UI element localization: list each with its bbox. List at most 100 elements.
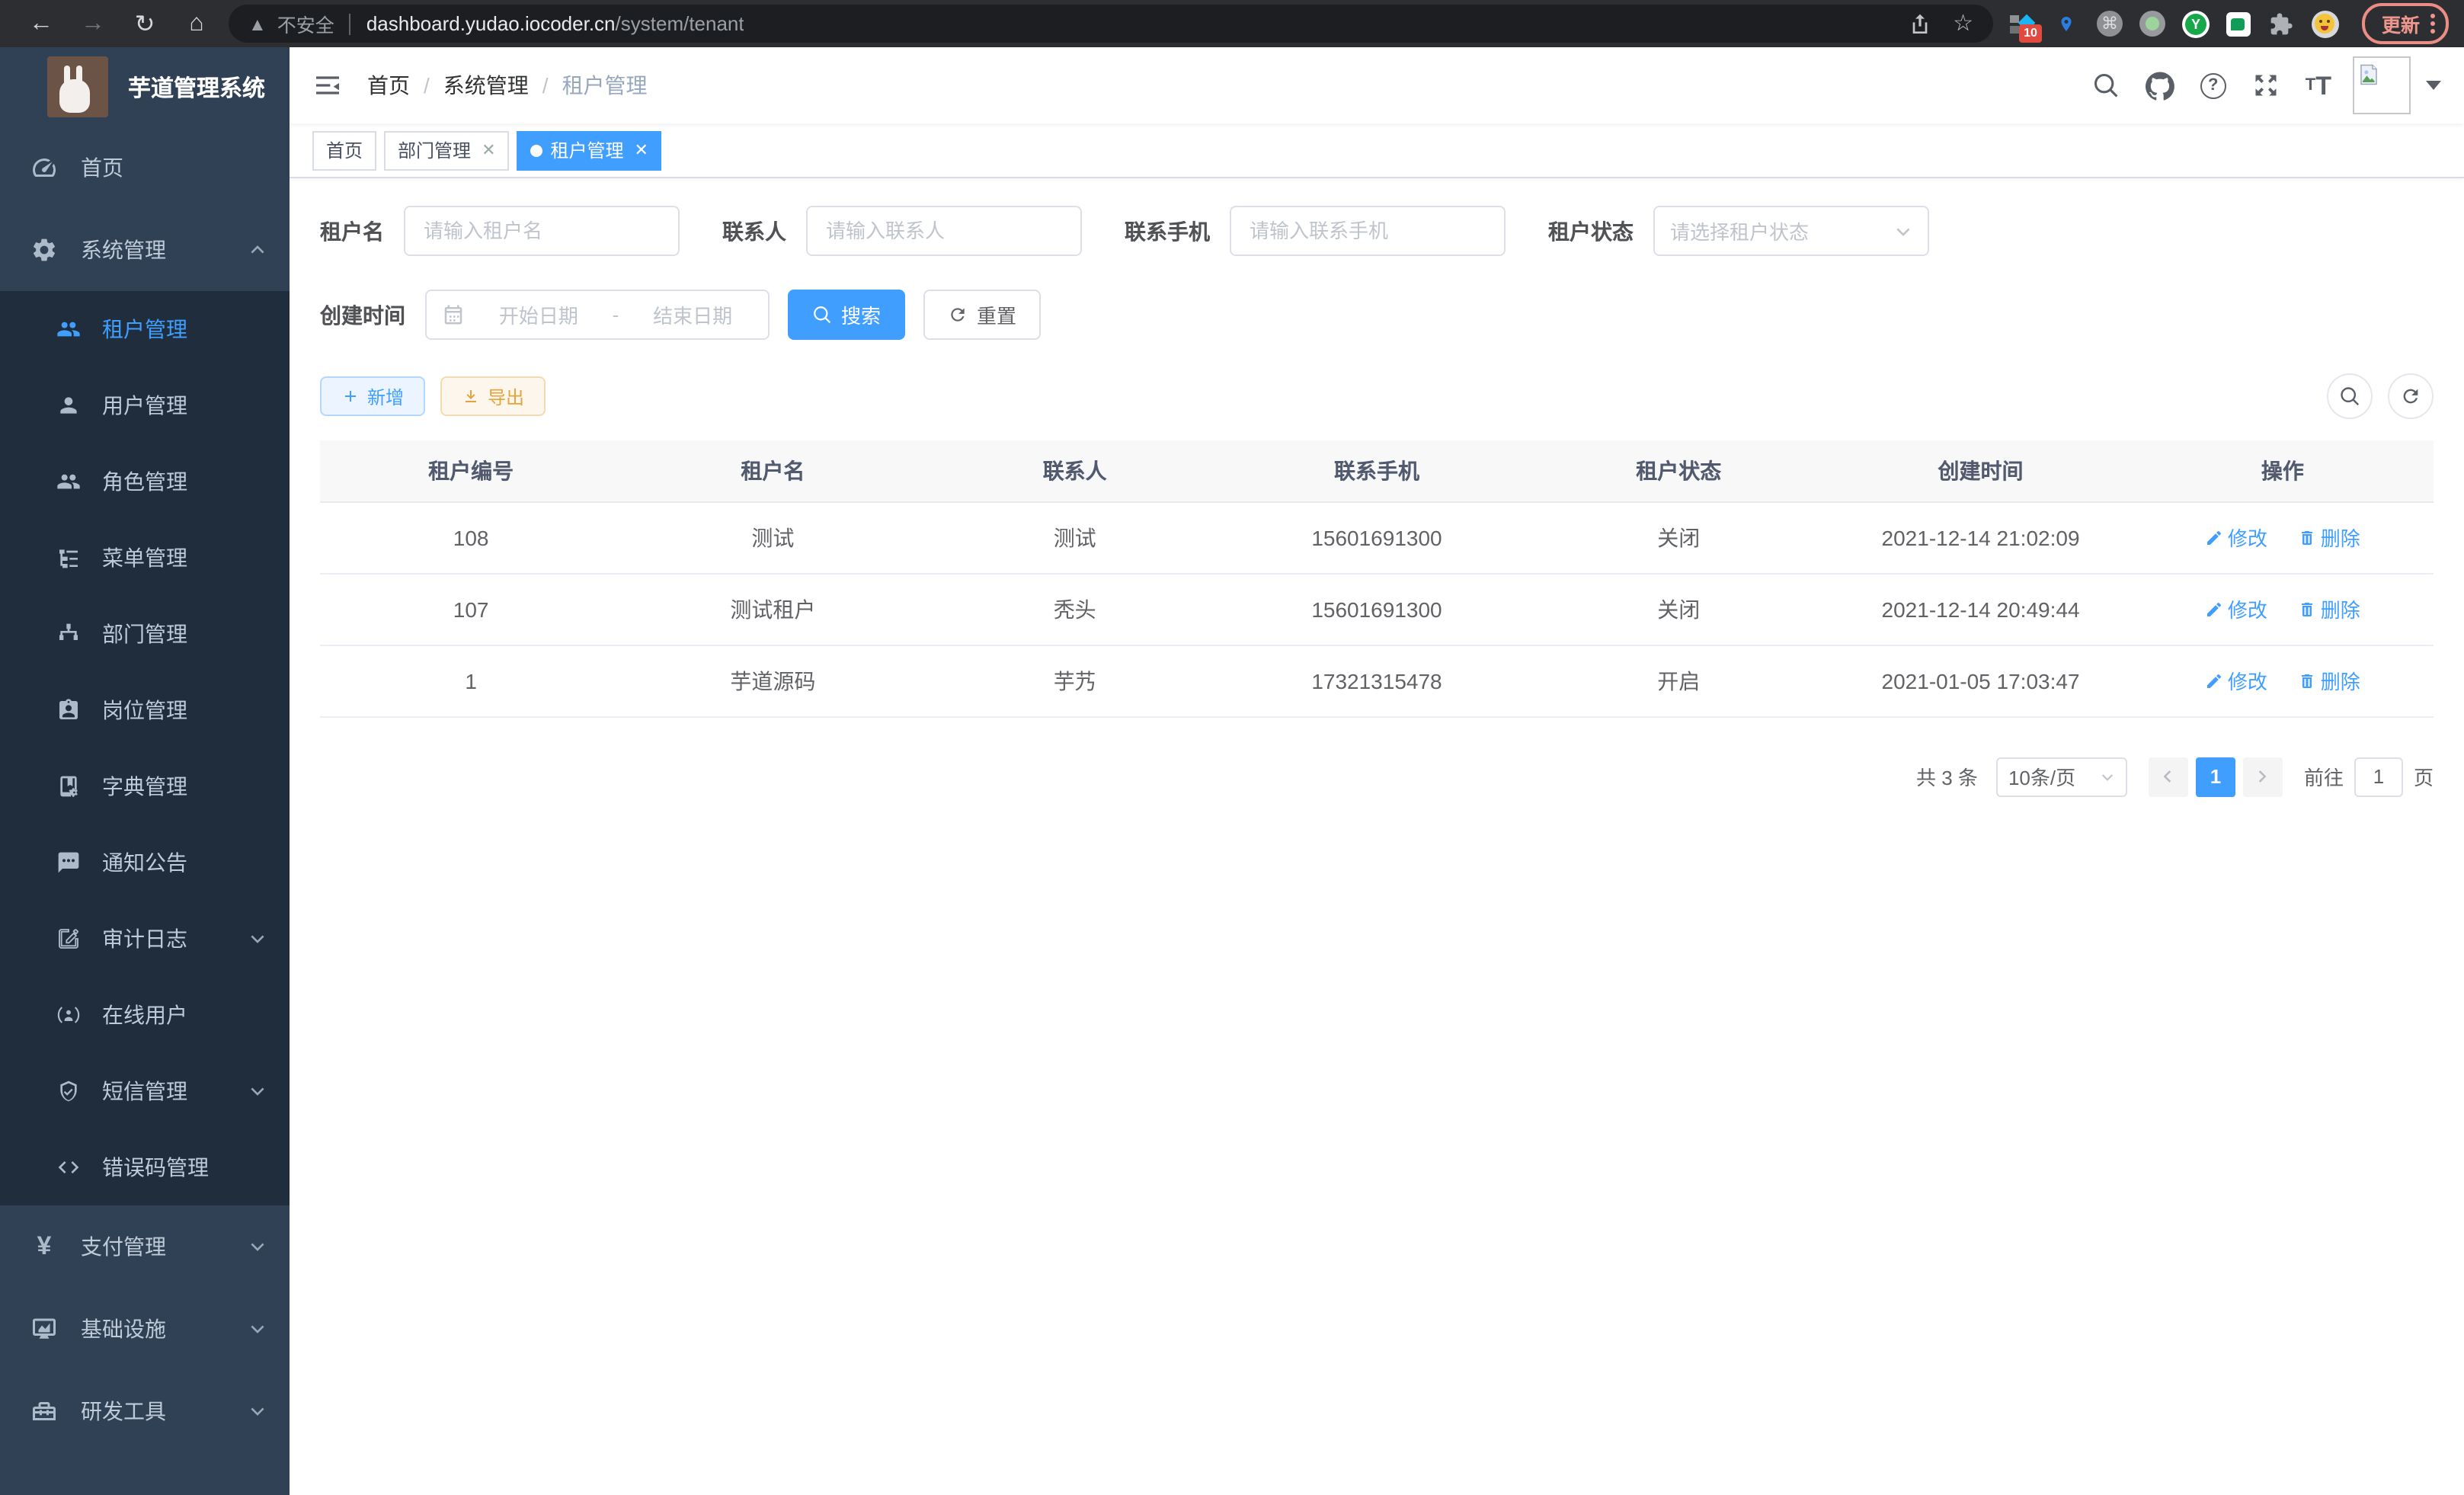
org-chart-icon	[56, 622, 81, 646]
chevron-down-icon	[248, 1237, 267, 1256]
chevron-down-icon	[248, 1320, 267, 1338]
breadcrumb-home[interactable]: 首页	[367, 70, 410, 101]
sidebar-collapse-icon[interactable]	[312, 70, 343, 101]
font-size-icon[interactable]: TT	[2306, 72, 2331, 98]
extension-pin-icon[interactable]	[2053, 10, 2080, 37]
sidebar-group-system[interactable]: 系统管理	[0, 209, 290, 291]
tab-home[interactable]: 首页	[312, 130, 376, 170]
sidebar-item-dept[interactable]: 部门管理	[0, 596, 290, 672]
profile-avatar-icon[interactable]	[2312, 10, 2339, 37]
breadcrumb-system[interactable]: 系统管理	[443, 70, 529, 101]
extension-record-icon[interactable]	[2139, 11, 2165, 37]
browser-back-icon[interactable]: ←	[15, 10, 67, 37]
plus-icon	[341, 387, 360, 405]
export-button[interactable]: 导出	[440, 376, 546, 416]
not-secure-label[interactable]: 不安全	[277, 9, 334, 38]
edit-link[interactable]: 修改	[2205, 666, 2267, 695]
chrome-update-button[interactable]: 更新	[2362, 3, 2449, 44]
breadcrumb-current: 租户管理	[562, 70, 648, 101]
trash-icon	[2298, 671, 2316, 690]
pagination: 共 3 条 10条/页 1 前往 页	[320, 757, 2434, 796]
prev-page-button[interactable]	[2149, 757, 2188, 796]
chevron-right-icon	[2254, 768, 2271, 785]
browser-reload-icon[interactable]: ↻	[119, 8, 171, 39]
sidebar-group-sms[interactable]: 短信管理	[0, 1053, 290, 1129]
sidebar-group-infrastructure[interactable]: 基础设施	[0, 1288, 290, 1370]
tenant-name-input[interactable]	[404, 206, 680, 256]
url-bar[interactable]: ▲ 不安全 dashboard.yudao.iocoder.cn/system/…	[229, 5, 1993, 43]
extension-y-icon[interactable]: Y	[2182, 10, 2210, 37]
reset-button[interactable]: 重置	[923, 290, 1041, 340]
page-size-select[interactable]: 10条/页	[1996, 757, 2127, 796]
browser-menu-icon[interactable]	[2430, 14, 2435, 34]
browser-home-icon[interactable]: ⌂	[171, 10, 222, 37]
users-icon	[56, 469, 81, 494]
sidebar-item-error-code[interactable]: 错误码管理	[0, 1129, 290, 1205]
close-icon[interactable]: ✕	[635, 140, 648, 160]
top-navbar: 首页 / 系统管理 / 租户管理 ? TT	[290, 47, 2464, 123]
update-label: 更新	[2382, 9, 2420, 38]
show-search-toggle-button[interactable]	[2327, 373, 2373, 419]
dictionary-icon	[56, 774, 81, 799]
add-button[interactable]: 新增	[320, 376, 425, 416]
github-icon[interactable]	[2146, 71, 2174, 100]
sidebar-item-online-users[interactable]: 在线用户	[0, 977, 290, 1053]
sidebar-item-role[interactable]: 角色管理	[0, 443, 290, 520]
edit-link[interactable]: 修改	[2205, 523, 2267, 552]
sidebar-item-notice[interactable]: 通知公告	[0, 824, 290, 901]
sidebar-item-user[interactable]: 用户管理	[0, 367, 290, 443]
sidebar-item-tenant[interactable]: 租户管理	[0, 291, 290, 367]
sidebar-item-menu[interactable]: 菜单管理	[0, 520, 290, 596]
avatar-dropdown-caret-icon[interactable]	[2426, 81, 2441, 90]
pencil-icon	[2205, 528, 2223, 546]
tab-dept[interactable]: 部门管理 ✕	[384, 130, 509, 170]
fullscreen-icon[interactable]	[2252, 72, 2280, 99]
tab-tenant[interactable]: 租户管理 ✕	[517, 130, 662, 170]
col-actions: 操作	[2132, 440, 2434, 501]
extension-colorpicker-icon[interactable]: 10	[2008, 10, 2036, 37]
contact-label: 联系人	[722, 216, 786, 246]
sidebar-item-home[interactable]: 首页	[0, 126, 290, 209]
end-date-placeholder[interactable]: 结束日期	[632, 300, 753, 329]
goto-page-input[interactable]	[2354, 757, 2403, 796]
chevron-up-icon	[248, 241, 267, 259]
app-logo[interactable]: 芋道管理系统	[0, 47, 290, 126]
browser-forward-icon[interactable]: →	[67, 10, 119, 37]
delete-link[interactable]: 删除	[2298, 523, 2360, 552]
page-number-1[interactable]: 1	[2196, 757, 2235, 796]
search-button[interactable]: 搜索	[788, 290, 905, 340]
date-range-picker[interactable]: 开始日期 - 结束日期	[425, 290, 770, 340]
extension-chat-icon[interactable]	[2226, 11, 2251, 36]
edit-link[interactable]: 修改	[2205, 594, 2267, 623]
status-value: 关闭	[1528, 573, 1829, 645]
user-avatar[interactable]	[2353, 56, 2411, 114]
delete-link[interactable]: 删除	[2298, 594, 2360, 623]
start-date-placeholder[interactable]: 开始日期	[478, 300, 599, 329]
active-tab-dot	[531, 144, 543, 156]
delete-link[interactable]: 删除	[2298, 666, 2360, 695]
refresh-table-button[interactable]	[2388, 373, 2434, 419]
help-icon[interactable]: ?	[2200, 72, 2226, 98]
contact-input[interactable]	[806, 206, 1082, 256]
phone-input[interactable]	[1230, 206, 1506, 256]
next-page-button[interactable]	[2243, 757, 2283, 796]
date-separator: -	[613, 303, 619, 326]
extension-command-icon[interactable]: ⌘	[2097, 11, 2123, 37]
pencil-icon	[2205, 600, 2223, 618]
browser-toolbar: ← → ↻ ⌂ ▲ 不安全 dashboard.yudao.iocoder.cn…	[0, 0, 2464, 47]
header-search-icon[interactable]	[2092, 72, 2120, 99]
col-status: 租户状态	[1528, 440, 1829, 501]
chevron-left-icon	[2160, 768, 2177, 785]
breadcrumb: 首页 / 系统管理 / 租户管理	[367, 70, 648, 101]
sidebar-item-dict[interactable]: 字典管理	[0, 748, 290, 824]
share-icon[interactable]	[1907, 11, 1931, 36]
extensions-puzzle-icon[interactable]	[2267, 10, 2295, 37]
sidebar-item-post[interactable]: 岗位管理	[0, 672, 290, 748]
sidebar-group-audit-log[interactable]: 审计日志	[0, 901, 290, 977]
bookmark-star-icon[interactable]: ☆	[1953, 12, 1973, 35]
chevron-down-icon	[248, 930, 267, 948]
status-select[interactable]: 请选择租户状态	[1653, 206, 1929, 256]
close-icon[interactable]: ✕	[482, 140, 495, 160]
sidebar-group-dev-tools[interactable]: 研发工具	[0, 1370, 290, 1452]
sidebar-group-payment[interactable]: ¥ 支付管理	[0, 1205, 290, 1288]
